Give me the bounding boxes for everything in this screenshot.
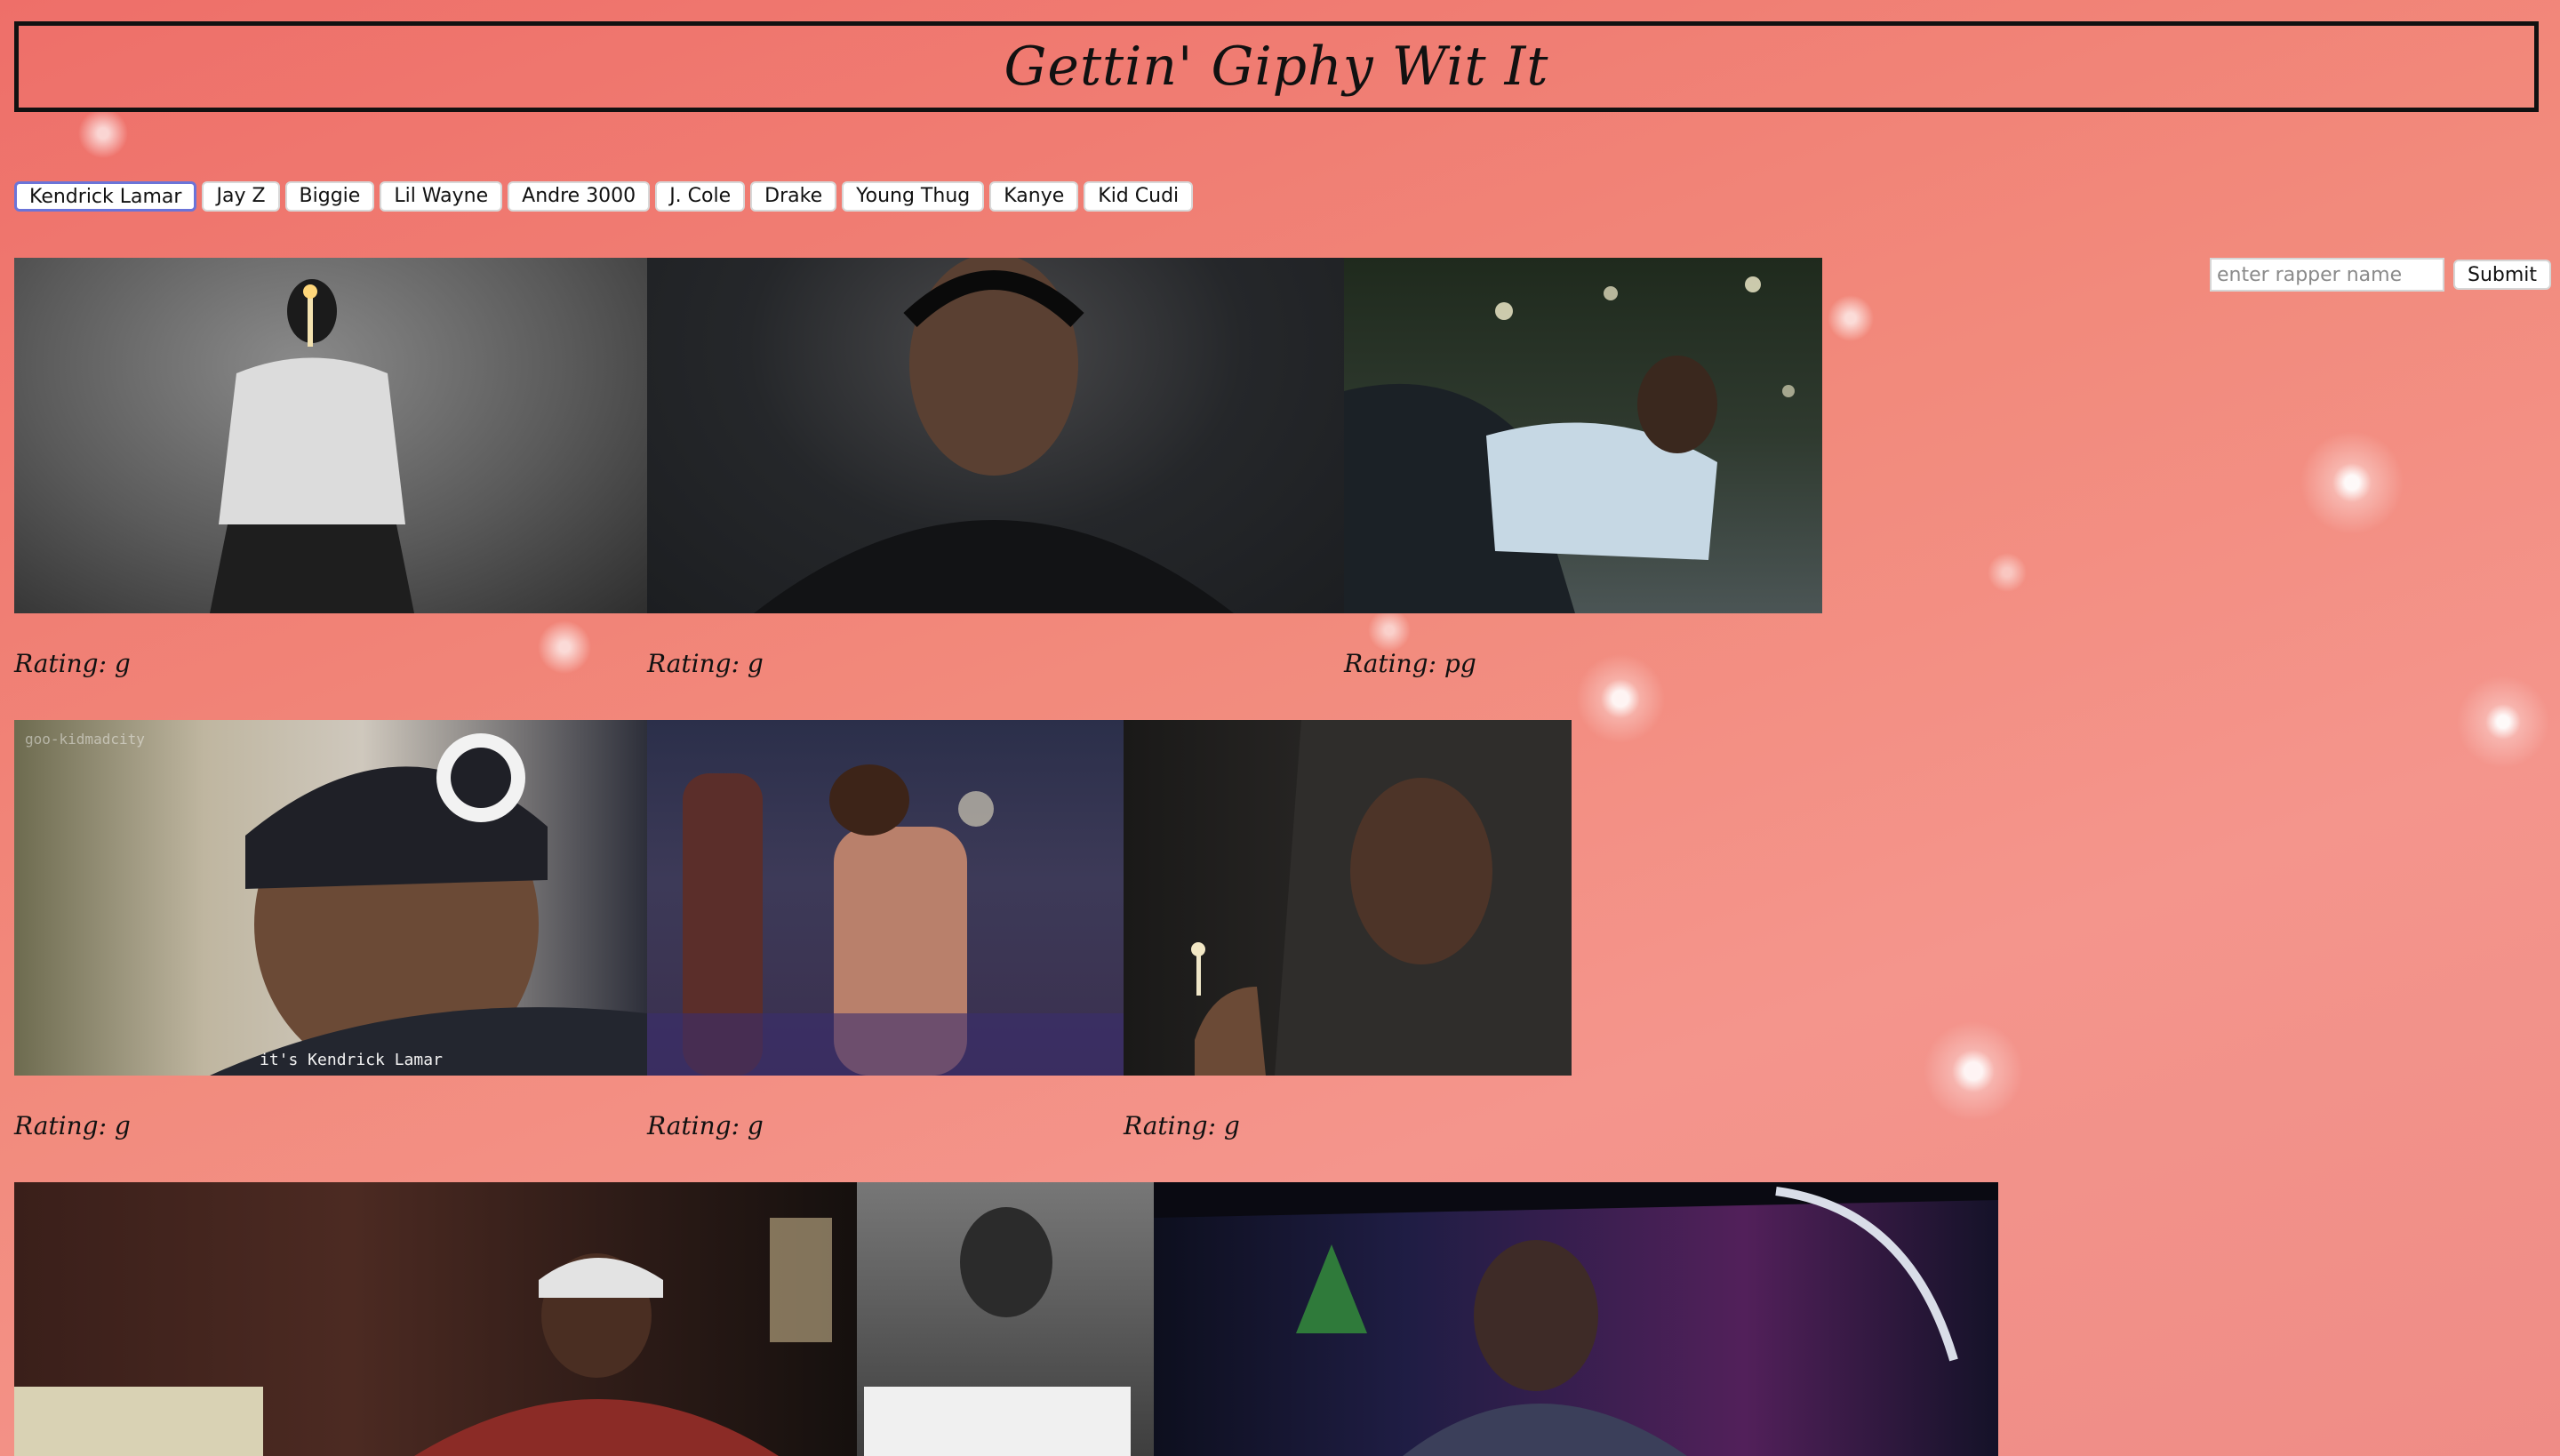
gif-rating: Rating: g bbox=[647, 649, 764, 678]
gif-still bbox=[210, 279, 414, 613]
page-header: Gettin' Giphy Wit It bbox=[14, 21, 2539, 112]
rapper-button-young-thug[interactable]: Young Thug bbox=[842, 181, 985, 212]
gif-image[interactable] bbox=[14, 1182, 857, 1456]
gif-image[interactable] bbox=[647, 720, 1124, 1076]
rapper-button-bar: Kendrick Lamar Jay Z Biggie Lil Wayne An… bbox=[14, 181, 1194, 212]
gif-image[interactable]: goo-kidmadcity it's Kendrick Lamar bbox=[14, 720, 647, 1076]
rapper-name-input[interactable] bbox=[2210, 258, 2444, 292]
page-title: Gettin' Giphy Wit It bbox=[1004, 36, 1549, 98]
rapper-button-andre-3000[interactable]: Andre 3000 bbox=[508, 181, 651, 212]
gif-rating: Rating: g bbox=[14, 649, 131, 678]
gif-still bbox=[1344, 276, 1795, 613]
submit-button[interactable]: Submit bbox=[2453, 260, 2552, 290]
rapper-button-kid-cudi[interactable]: Kid Cudi bbox=[1084, 181, 1194, 212]
gif-rating: Rating: g bbox=[647, 1111, 764, 1140]
gif-image[interactable] bbox=[1124, 720, 1572, 1076]
gif-still bbox=[1154, 1182, 1998, 1456]
gif-still bbox=[864, 1207, 1131, 1456]
rapper-button-kanye[interactable]: Kanye bbox=[989, 181, 1079, 212]
gif-rating: Rating: pg bbox=[1344, 649, 1476, 678]
gif-still bbox=[647, 764, 1124, 1076]
gif-image[interactable] bbox=[857, 1182, 1154, 1456]
gif-image[interactable] bbox=[1344, 258, 1822, 613]
gif-caption: it's Kendrick Lamar bbox=[260, 1051, 443, 1069]
rapper-button-kendrick-lamar[interactable]: Kendrick Lamar bbox=[14, 181, 197, 212]
gif-rating: Rating: g bbox=[14, 1111, 131, 1140]
gif-watermark: goo-kidmadcity bbox=[25, 731, 145, 748]
rapper-button-biggie[interactable]: Biggie bbox=[284, 181, 375, 212]
gif-image[interactable] bbox=[14, 258, 647, 613]
gif-image[interactable] bbox=[647, 258, 1344, 613]
add-rapper-form: Submit bbox=[2210, 258, 2552, 292]
rapper-button-drake[interactable]: Drake bbox=[750, 181, 837, 212]
rapper-button-lil-wayne[interactable]: Lil Wayne bbox=[380, 181, 503, 212]
gif-still bbox=[210, 733, 647, 1076]
gif-image[interactable] bbox=[1154, 1182, 1998, 1456]
gif-rating: Rating: g bbox=[1124, 1111, 1240, 1140]
gif-still bbox=[1191, 720, 1572, 1076]
rapper-button-jay-z[interactable]: Jay Z bbox=[202, 181, 280, 212]
gif-still bbox=[754, 258, 1234, 613]
gif-still bbox=[14, 1218, 832, 1456]
rapper-button-j-cole[interactable]: J. Cole bbox=[655, 181, 746, 212]
